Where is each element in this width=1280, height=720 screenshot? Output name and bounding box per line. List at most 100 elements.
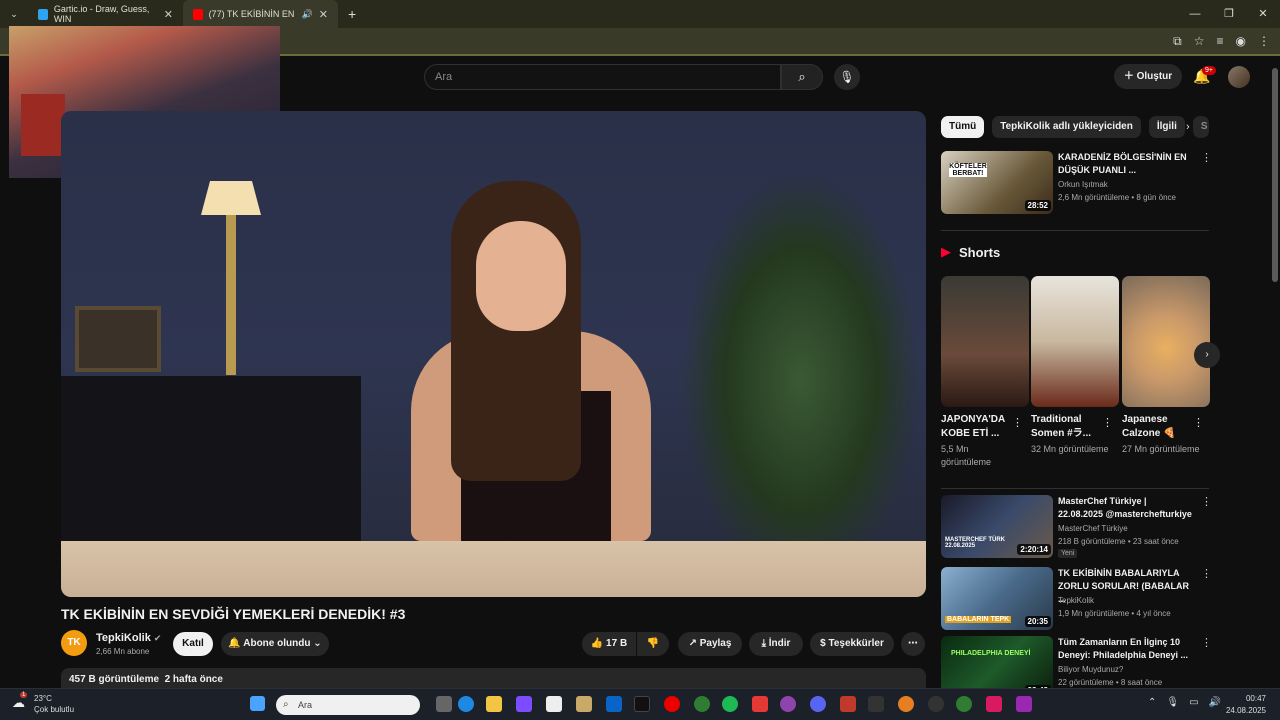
voice-search-button[interactable]: 🎙 [834, 64, 860, 90]
app-dark-icon[interactable] [868, 696, 884, 712]
speaker-icon[interactable]: 🔊 [302, 9, 313, 20]
tab-youtube[interactable]: (77) TK EKİBİNİN EN SEVDİ 🔊 ✕ [183, 0, 338, 28]
volume-icon[interactable]: 🔊 [1209, 697, 1221, 708]
outlook-icon[interactable] [606, 696, 622, 712]
new-tab-button[interactable]: + [338, 0, 366, 28]
short-item[interactable]: Japanese Calzone 🍕 27 Mn görüntüleme ⋮ [1122, 276, 1210, 456]
profile-icon[interactable]: ◉ [1236, 34, 1246, 49]
display-icon[interactable]: ▭ [1189, 697, 1198, 708]
chevron-up-icon[interactable]: ⌃ [1148, 697, 1156, 708]
task-view-icon[interactable] [436, 696, 452, 712]
store-icon[interactable] [576, 696, 592, 712]
chip-related[interactable]: İlgili [1148, 116, 1185, 138]
thumbnail-text: PHILADELPHIA DENEYİ [951, 650, 1031, 657]
verified-icon: ✔ [153, 633, 162, 643]
more-dots-icon[interactable]: ⋮ [1201, 495, 1212, 508]
obs-icon[interactable] [928, 696, 944, 712]
thumbs-up-icon: 👍 [590, 638, 607, 649]
bookmark-star-icon[interactable]: ☆ [1194, 34, 1205, 49]
subscribed-button[interactable]: 🔔 Abone olundu ⌄ [221, 632, 329, 656]
join-button[interactable]: Katıl [173, 632, 213, 656]
more-dots-icon[interactable]: ⋮ [1201, 636, 1212, 649]
more-actions-button[interactable]: ⋯ [901, 632, 925, 656]
presenter [401, 181, 661, 561]
more-dots-icon[interactable]: ⋮ [1102, 416, 1113, 429]
clock[interactable]: 00:47 24.08.2025 [1226, 693, 1266, 717]
video-player[interactable] [61, 111, 926, 597]
recommended-video[interactable]: KÖFTELER BERBAT! 28:52 KARADENİZ BÖLGESİ… [941, 151, 1212, 215]
close-window-button[interactable]: ✕ [1246, 0, 1280, 28]
app-pink-icon[interactable] [986, 696, 1002, 712]
taskbar-search-placeholder: Ara [298, 700, 313, 710]
restore-button[interactable]: ❐ [1212, 0, 1246, 28]
app-purple-icon[interactable] [780, 696, 796, 712]
thumbnail-text: KÖFTELER BERBAT! [949, 163, 987, 177]
short-item[interactable]: JAPONYA'DA KOBE ETİ ... 5,5 Mn görüntüle… [941, 276, 1029, 469]
recommended-video[interactable]: MASTERCHEF TÜRK 22.08.2025 2:20:14 Maste… [941, 495, 1212, 559]
temperature: 23°C [34, 694, 52, 703]
windows-start-icon[interactable] [250, 696, 265, 711]
account-avatar[interactable] [1228, 66, 1250, 88]
short-thumbnail[interactable] [1122, 276, 1210, 407]
short-item[interactable]: Traditional Somen #ラ... 32 Mn görüntülem… [1031, 276, 1119, 456]
search-button[interactable]: ⌕ [781, 64, 823, 90]
close-tab-icon[interactable]: ✕ [164, 8, 173, 21]
chrome-active-icon[interactable] [956, 696, 972, 712]
chevron-right-icon[interactable]: › [1186, 121, 1190, 133]
chip-partial[interactable]: S [1192, 116, 1209, 138]
opera-icon[interactable] [664, 696, 680, 712]
app-red-icon[interactable] [752, 696, 768, 712]
video-title: KARADENİZ BÖLGESİ'NİN EN DÜŞÜK PUANLI ..… [1058, 152, 1187, 175]
tab-title: Gartic.io - Draw, Guess, WIN [53, 4, 150, 24]
page-scrollbar[interactable] [1270, 60, 1280, 688]
edge-icon[interactable] [458, 696, 474, 712]
more-dots-icon: ⋯ [908, 638, 918, 649]
share-button[interactable]: ↗ Paylaş [678, 632, 742, 656]
spotify-icon[interactable] [722, 696, 738, 712]
tab-gartic[interactable]: Gartic.io - Draw, Guess, WIN ✕ [28, 0, 183, 28]
file-explorer-icon[interactable] [486, 696, 502, 712]
tab-search-button[interactable]: ⌄ [0, 0, 28, 28]
more-dots-icon[interactable]: ⋮ [1193, 416, 1204, 429]
thanks-button[interactable]: $ Teşekkürler [810, 632, 894, 656]
notepad-icon[interactable] [546, 696, 562, 712]
chip-from-uploader[interactable]: TepkiKolik adlı yükleyiciden [992, 116, 1141, 138]
chip-all[interactable]: Tümü [941, 116, 985, 138]
discord-icon[interactable] [810, 696, 826, 712]
close-tab-icon[interactable]: ✕ [319, 8, 328, 21]
shorts-next-button[interactable]: › [1194, 342, 1220, 368]
menu-dots-icon[interactable]: ⋮ [1258, 34, 1270, 49]
new-badge: Yeni [1058, 549, 1078, 558]
minimize-button[interactable]: — [1178, 0, 1212, 28]
download-button[interactable]: ⤓ İndir [749, 632, 803, 656]
tab-title: (77) TK EKİBİNİN EN SEVDİ [208, 9, 296, 19]
more-dots-icon[interactable]: ⋮ [1012, 416, 1023, 429]
app-photo-icon[interactable] [1016, 696, 1032, 712]
thumbnail-text: BABALARIN TEPK [945, 616, 1012, 623]
copilot-icon[interactable] [516, 696, 532, 712]
dislike-button[interactable]: 👎 [637, 632, 669, 656]
search-input[interactable]: Ara [424, 64, 781, 90]
video-meta: 1,9 Mn görüntüleme • 4 yıl önce [1058, 609, 1171, 618]
terminal-icon[interactable] [634, 696, 650, 712]
chrome-icon[interactable] [694, 696, 710, 712]
blender-icon[interactable] [898, 696, 914, 712]
like-button[interactable]: 👍 17 B [582, 632, 636, 656]
video-meta: 218 B görüntüleme • 23 saat önce [1058, 537, 1179, 546]
recommended-video[interactable]: BABALARIN TEPK 20:35 TK EKİBİNİN BABALAR… [941, 567, 1212, 631]
scrollbar-thumb[interactable] [1272, 68, 1278, 282]
media-control-icon[interactable]: ≡ [1217, 34, 1224, 49]
channel-avatar[interactable]: TK [61, 630, 87, 656]
short-thumbnail[interactable] [941, 276, 1029, 407]
channel-name[interactable]: TepkiKolik ✔ [96, 632, 161, 644]
thumbnail-text: MASTERCHEF TÜRK 22.08.2025 [945, 537, 1005, 549]
more-dots-icon[interactable]: ⋮ [1201, 151, 1212, 164]
microphone-icon[interactable]: 🎙 [1166, 697, 1179, 708]
weather-widget[interactable]: 23°C Çok bulutlu [34, 693, 74, 715]
short-thumbnail[interactable] [1031, 276, 1119, 407]
more-dots-icon[interactable]: ⋮ [1201, 567, 1212, 580]
create-button[interactable]: ＋ Oluştur [1114, 64, 1182, 89]
install-app-icon[interactable]: ⧉ [1173, 34, 1182, 49]
app-game-icon[interactable] [840, 696, 856, 712]
taskbar-search-input[interactable]: ⌕ Ara [276, 695, 420, 715]
